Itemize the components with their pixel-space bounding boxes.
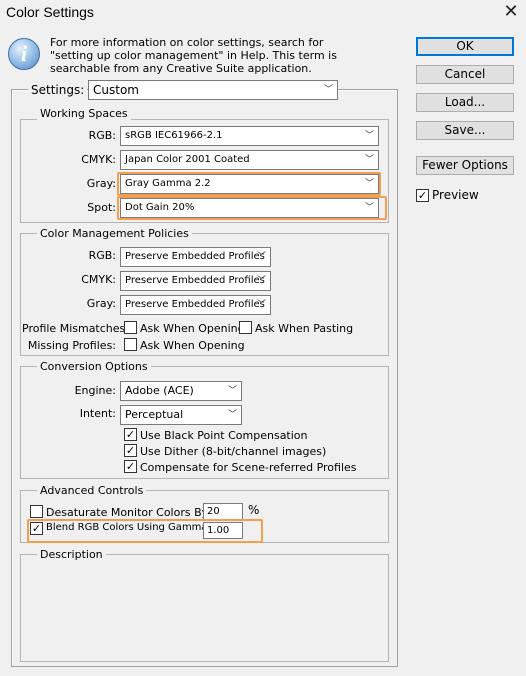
- ws-spot-dropdown[interactable]: Dot Gain 20% ﹀: [120, 198, 379, 218]
- ws-rgb-value: sRGB IEC61966-2.1: [125, 130, 223, 141]
- ok-button[interactable]: OK: [416, 37, 514, 56]
- chevron-down-icon: ﹀: [256, 252, 266, 262]
- desaturate-label: Desaturate Monitor Colors By:: [46, 506, 212, 519]
- engine-dropdown[interactable]: Adobe (ACE) ﹀: [120, 381, 242, 401]
- settings-label: Settings:: [28, 82, 88, 98]
- chevron-down-icon: ﹀: [364, 179, 374, 189]
- info-icon: i: [8, 38, 40, 70]
- ask-opening-label: Ask When Opening: [140, 322, 245, 335]
- mismatch-label: Profile Mismatches:: [22, 322, 129, 335]
- chevron-down-icon: ﹀: [364, 203, 374, 213]
- pol-gray-value: Preserve Embedded Profiles: [125, 299, 265, 310]
- ws-spot-label: Spot:: [87, 201, 116, 214]
- intent-label: Intent:: [79, 407, 116, 420]
- blend-checkbox[interactable]: ✓: [30, 522, 43, 535]
- intent-dropdown[interactable]: Perceptual ﹀: [120, 405, 242, 425]
- pol-gray-dropdown[interactable]: Preserve Embedded Profiles ﹀: [120, 295, 271, 315]
- info-text: For more information on color settings, …: [50, 36, 337, 75]
- preview-checkbox[interactable]: ✓: [416, 189, 429, 202]
- desaturate-input[interactable]: 20: [203, 503, 243, 520]
- ws-rgb-label: RGB:: [88, 129, 116, 142]
- save-button[interactable]: Save...: [416, 121, 514, 140]
- scene-checkbox[interactable]: ✓: [124, 460, 137, 473]
- pol-cmyk-value: Preserve Embedded Profiles: [125, 275, 265, 286]
- desaturate-checkbox[interactable]: [30, 505, 43, 518]
- chevron-down-icon: ﹀: [227, 386, 237, 396]
- blend-label: Blend RGB Colors Using Gamma:: [46, 522, 211, 533]
- policies-title: Color Management Policies: [37, 227, 192, 240]
- black-point-checkbox[interactable]: ✓: [124, 428, 137, 441]
- window-title: Color Settings: [6, 4, 94, 20]
- preview-label: Preview: [432, 188, 479, 202]
- ws-cmyk-value: Japan Color 2001 Coated: [125, 154, 250, 165]
- missing-ask-opening-label: Ask When Opening: [140, 339, 245, 352]
- percent-label: %: [248, 503, 260, 517]
- pol-cmyk-dropdown[interactable]: Preserve Embedded Profiles ﹀: [120, 271, 271, 291]
- ws-spot-value: Dot Gain 20%: [125, 202, 195, 213]
- black-point-label: Use Black Point Compensation: [140, 429, 308, 442]
- pol-gray-label: Gray:: [86, 297, 116, 310]
- description-title: Description: [37, 548, 106, 561]
- intent-value: Perceptual: [125, 408, 184, 421]
- pol-rgb-value: Preserve Embedded Profiles: [125, 251, 265, 262]
- chevron-down-icon: ﹀: [364, 155, 374, 165]
- fewer-options-button[interactable]: Fewer Options: [416, 156, 514, 175]
- settings-value: Custom: [93, 83, 139, 97]
- description-group: [20, 554, 389, 662]
- conversion-title: Conversion Options: [37, 360, 151, 373]
- advanced-title: Advanced Controls: [37, 484, 147, 497]
- dither-checkbox[interactable]: ✓: [124, 444, 137, 457]
- working-spaces-title: Working Spaces: [37, 107, 131, 120]
- ws-gray-value: Gray Gamma 2.2: [125, 178, 211, 189]
- pol-rgb-dropdown[interactable]: Preserve Embedded Profiles ﹀: [120, 247, 271, 267]
- cancel-button[interactable]: Cancel: [416, 65, 514, 84]
- chevron-down-icon: ﹀: [256, 300, 266, 310]
- chevron-down-icon: ﹀: [323, 85, 333, 95]
- scene-label: Compensate for Scene-referred Profiles: [140, 461, 357, 474]
- chevron-down-icon: ﹀: [227, 410, 237, 420]
- chevron-down-icon: ﹀: [364, 131, 374, 141]
- load-button[interactable]: Load...: [416, 93, 514, 112]
- ws-gray-label: Gray:: [86, 177, 116, 190]
- ws-gray-dropdown[interactable]: Gray Gamma 2.2 ﹀: [120, 174, 379, 194]
- pol-rgb-label: RGB:: [88, 249, 116, 262]
- chevron-down-icon: ﹀: [256, 276, 266, 286]
- pol-cmyk-label: CMYK:: [81, 273, 116, 286]
- blend-input[interactable]: 1.00: [203, 522, 243, 539]
- settings-dropdown[interactable]: Custom ﹀: [88, 80, 338, 100]
- ws-rgb-dropdown[interactable]: sRGB IEC61966-2.1 ﹀: [120, 126, 379, 146]
- dither-label: Use Dither (8-bit/channel images): [140, 445, 327, 458]
- engine-value: Adobe (ACE): [125, 384, 194, 397]
- ask-opening-checkbox[interactable]: [124, 321, 137, 334]
- close-icon[interactable]: ✕: [500, 1, 522, 23]
- missing-ask-opening-checkbox[interactable]: [124, 338, 137, 351]
- ask-pasting-label: Ask When Pasting: [255, 322, 354, 335]
- missing-label: Missing Profiles:: [27, 339, 116, 352]
- ws-cmyk-label: CMYK:: [81, 153, 116, 166]
- engine-label: Engine:: [74, 384, 116, 397]
- ws-cmyk-dropdown[interactable]: Japan Color 2001 Coated ﹀: [120, 150, 379, 170]
- ask-pasting-checkbox[interactable]: [239, 321, 252, 334]
